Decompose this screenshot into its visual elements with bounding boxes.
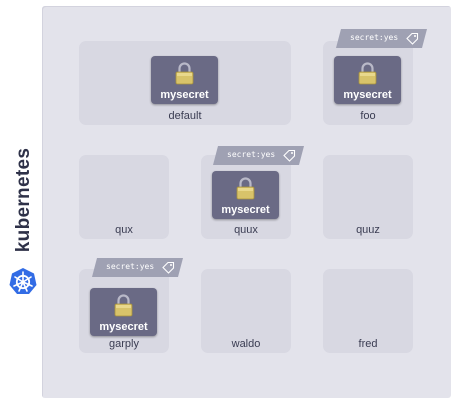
namespace-label: waldo bbox=[231, 338, 261, 350]
brand-name: kubernetes bbox=[13, 147, 34, 253]
lock-icon bbox=[236, 177, 255, 200]
namespace-label: default bbox=[168, 110, 202, 122]
secret-card[interactable]: mysecret bbox=[151, 56, 218, 104]
namespace-label: garply bbox=[109, 338, 139, 350]
label-tag-text: secret:yes bbox=[350, 33, 399, 42]
lock-icon bbox=[358, 62, 377, 85]
secret-name: mysecret bbox=[99, 321, 148, 333]
namespace-label: quuz bbox=[356, 224, 380, 236]
label-tag-foo[interactable]: secret:yes bbox=[336, 29, 427, 48]
namespace-fred[interactable]: fred bbox=[323, 269, 413, 353]
namespace-quuz[interactable]: quuz bbox=[323, 155, 413, 239]
label-tag-quux[interactable]: secret:yes bbox=[213, 146, 304, 165]
tag-icon bbox=[162, 261, 175, 274]
secret-name: mysecret bbox=[343, 89, 392, 101]
label-tag-garply[interactable]: secret:yes bbox=[92, 258, 183, 277]
secret-name: mysecret bbox=[160, 89, 209, 101]
sidebar: kubernetes bbox=[0, 0, 42, 398]
lock-icon bbox=[114, 294, 133, 317]
lock-icon bbox=[175, 62, 194, 85]
secret-name: mysecret bbox=[221, 204, 270, 216]
namespace-label: fred bbox=[358, 338, 378, 350]
label-tag-text: secret:yes bbox=[227, 150, 276, 159]
secret-card[interactable]: mysecret bbox=[334, 56, 401, 104]
kubernetes-logo-icon bbox=[9, 268, 37, 294]
namespace-waldo[interactable]: waldo bbox=[201, 269, 291, 353]
namespace-qux[interactable]: qux bbox=[79, 155, 169, 239]
tag-icon bbox=[406, 32, 419, 45]
tag-icon bbox=[283, 149, 296, 162]
label-tag-text: secret:yes bbox=[106, 262, 155, 271]
namespace-label: foo bbox=[360, 110, 376, 122]
secret-card[interactable]: mysecret bbox=[90, 288, 157, 336]
secret-card[interactable]: mysecret bbox=[212, 171, 279, 219]
namespace-label: qux bbox=[115, 224, 133, 236]
namespace-label: quux bbox=[234, 224, 258, 236]
